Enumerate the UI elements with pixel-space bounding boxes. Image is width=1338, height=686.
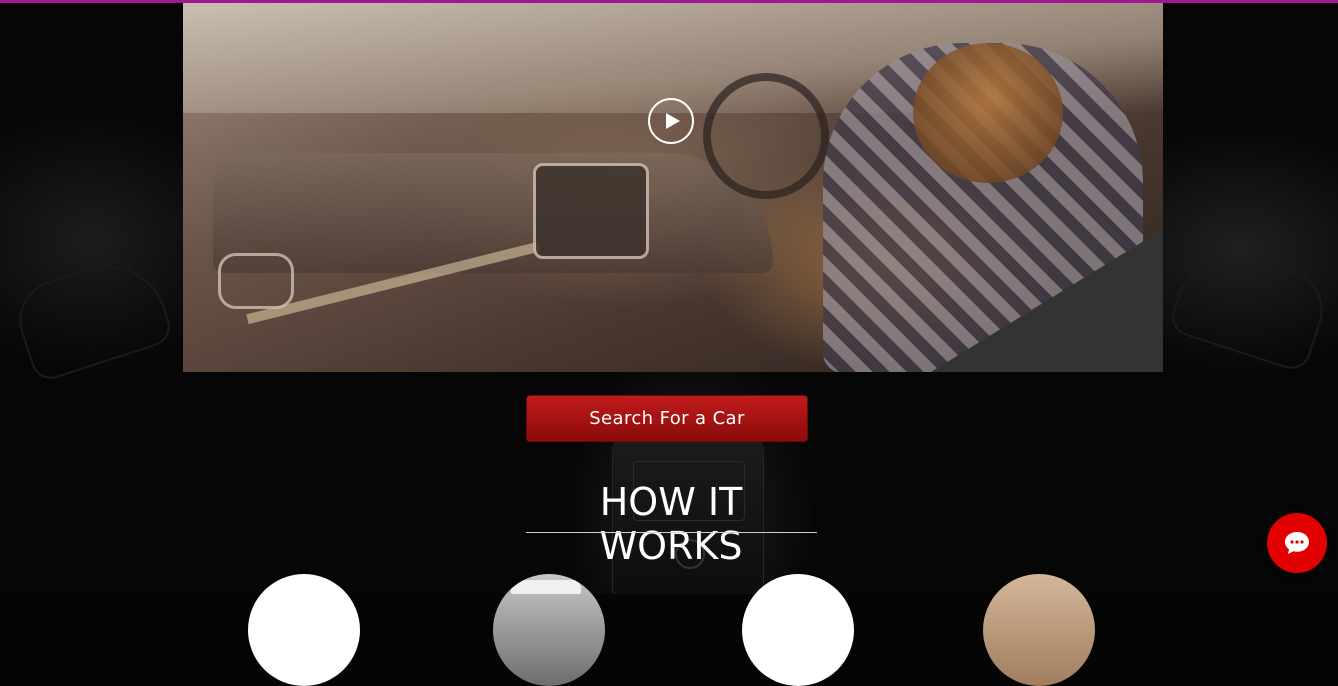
top-accent-bar — [0, 0, 1338, 3]
step-4-image — [983, 574, 1095, 686]
background-vent-right — [1167, 240, 1333, 374]
step-2-image — [493, 574, 605, 686]
background-vent-left — [9, 250, 175, 384]
chat-widget-button[interactable] — [1267, 513, 1327, 573]
section-title-underline — [526, 532, 817, 533]
step-3-image — [742, 574, 854, 686]
play-button[interactable] — [648, 98, 694, 144]
video-frame-vent — [218, 253, 294, 309]
section-title: HOW IT WORKS — [599, 480, 743, 568]
video-player[interactable] — [183, 3, 1163, 372]
step-1-image — [248, 574, 360, 686]
chat-bubble-icon — [1285, 532, 1309, 554]
video-frame-radio — [533, 163, 649, 259]
play-icon — [665, 113, 680, 129]
video-frame-driver-head — [913, 43, 1063, 183]
search-for-a-car-button[interactable]: Search For a Car — [526, 395, 808, 442]
video-frame-steering-wheel — [703, 73, 829, 199]
